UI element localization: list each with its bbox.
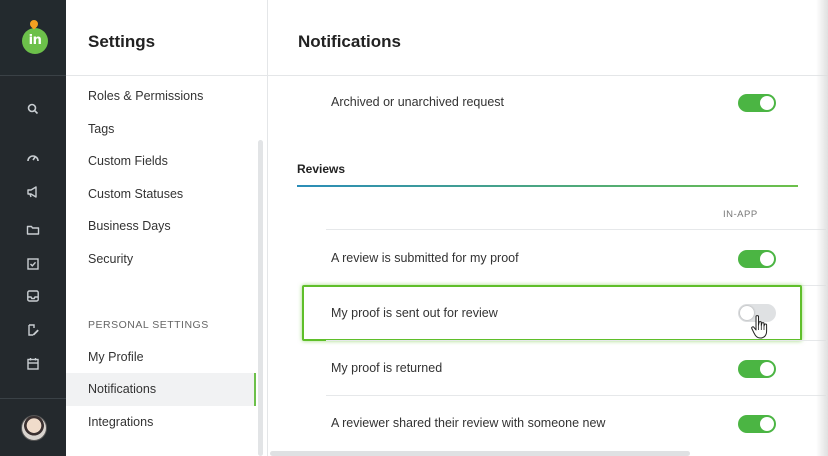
toggle-proof-returned[interactable] xyxy=(738,360,776,378)
row-divider xyxy=(326,229,826,230)
avatar[interactable] xyxy=(21,415,47,441)
sidebar-item-my-profile[interactable]: My Profile xyxy=(88,350,144,364)
sidebar-item-security[interactable]: Security xyxy=(88,252,133,266)
column-header-in-app: IN-APP xyxy=(723,209,758,220)
notification-label-proof-returned: My proof is returned xyxy=(331,361,443,375)
toggle-archived[interactable] xyxy=(738,94,776,112)
sidebar-item-custom-fields[interactable]: Custom Fields xyxy=(88,154,168,168)
personal-settings-heading: PERSONAL SETTINGS xyxy=(88,319,209,331)
app-logo[interactable]: in xyxy=(22,28,48,54)
sidebar-title: Settings xyxy=(88,32,156,51)
gauge-icon[interactable] xyxy=(25,150,41,166)
notification-label-proof-sent: My proof is sent out for review xyxy=(331,306,498,320)
megaphone-icon[interactable] xyxy=(25,184,41,200)
section-underline xyxy=(297,185,798,187)
icon-rail: in xyxy=(0,0,66,456)
calendar-icon[interactable] xyxy=(25,356,41,372)
row-divider xyxy=(326,340,826,341)
logo-area: in xyxy=(0,0,66,76)
sidebar-item-notifications[interactable]: Notifications xyxy=(88,382,156,396)
toggle-review-submitted[interactable] xyxy=(738,250,776,268)
sidebar-item-business-days[interactable]: Business Days xyxy=(88,219,171,233)
sidebar-header: Settings xyxy=(66,0,268,76)
horizontal-scrollbar[interactable] xyxy=(270,451,690,456)
search-icon[interactable] xyxy=(25,101,41,117)
sidebar-item-integrations[interactable]: Integrations xyxy=(88,415,153,429)
section-title-reviews: Reviews xyxy=(297,162,346,176)
app-window: in Settings Roles & Permissions Tags Cus… xyxy=(0,0,828,456)
proof-edit-icon[interactable] xyxy=(25,322,41,338)
inbox-icon[interactable] xyxy=(25,288,41,304)
notification-label-archived: Archived or unarchived request xyxy=(331,95,505,109)
sidebar-item-tags[interactable]: Tags xyxy=(88,122,114,136)
notification-label-review-shared: A reviewer shared their review with some… xyxy=(331,416,606,430)
sidebar-item-roles-permissions[interactable]: Roles & Permissions xyxy=(88,89,203,103)
checkbox-icon[interactable] xyxy=(25,256,41,272)
main-header: Notifications xyxy=(268,0,828,76)
hand-cursor-icon xyxy=(750,314,770,340)
row-divider xyxy=(326,395,826,396)
settings-sidebar: Settings Roles & Permissions Tags Custom… xyxy=(66,0,268,456)
sidebar-scrollbar[interactable] xyxy=(258,140,263,456)
toggle-review-shared[interactable] xyxy=(738,415,776,433)
rail-footer xyxy=(0,398,66,456)
folder-icon[interactable] xyxy=(25,222,41,238)
notification-label-review-submitted: A review is submitted for my proof xyxy=(331,251,519,265)
page-title: Notifications xyxy=(298,32,401,51)
sidebar-item-custom-statuses[interactable]: Custom Statuses xyxy=(88,187,183,201)
